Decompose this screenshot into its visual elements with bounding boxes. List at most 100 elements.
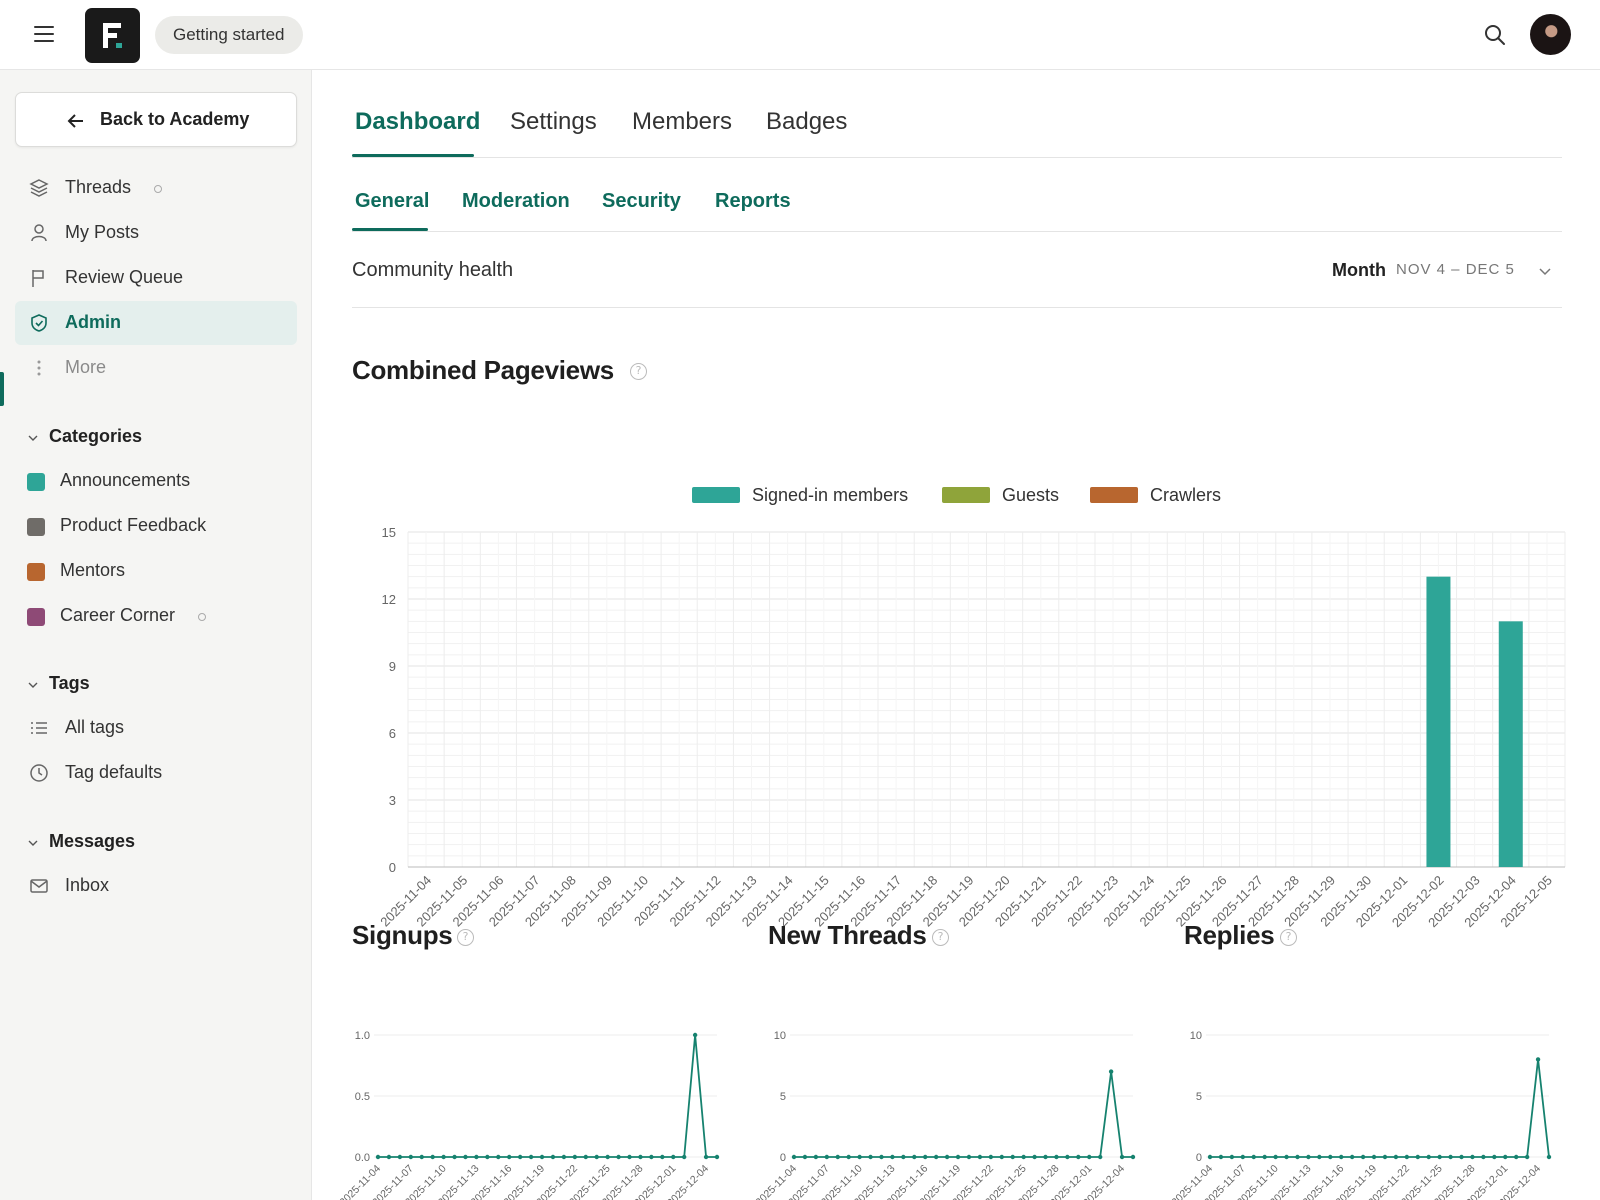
new-threads-title: New Threads (768, 920, 927, 950)
data-point (955, 1154, 961, 1160)
search-icon[interactable] (1483, 23, 1507, 47)
tab-members[interactable]: Members (632, 108, 732, 136)
data-point (1087, 1154, 1092, 1160)
period-range[interactable]: NOV 4 – DEC 5 (1396, 261, 1515, 278)
replies-chart: 05102025-11-042025-11-072025-11-102025-1… (1169, 1030, 1552, 1200)
series-line (1210, 1059, 1550, 1158)
data-point (681, 1154, 687, 1160)
subtab-security[interactable]: Security (602, 190, 681, 213)
data-point (1262, 1154, 1267, 1160)
secondary-tabs: General Moderation Security Reports (352, 180, 1562, 232)
data-point (1448, 1154, 1453, 1160)
legend-label: Crawlers (1150, 485, 1221, 505)
data-point (824, 1154, 830, 1160)
data-point (419, 1154, 424, 1160)
data-point (923, 1154, 928, 1160)
data-point (1295, 1154, 1300, 1160)
help-icon[interactable]: ? (457, 929, 474, 946)
y-tick-label: 3 (389, 793, 396, 808)
data-point (474, 1154, 479, 1160)
data-point (1535, 1057, 1541, 1062)
category-color-swatch (27, 518, 45, 536)
tags-section-toggle[interactable]: Tags (22, 673, 222, 697)
data-point (1284, 1154, 1289, 1160)
data-point (605, 1154, 610, 1160)
category-mentors[interactable]: Mentors (15, 549, 297, 593)
category-label: Announcements (60, 470, 191, 490)
data-point (1382, 1154, 1388, 1160)
data-point (463, 1154, 468, 1160)
help-icon[interactable]: ? (932, 929, 949, 946)
legend-swatch (942, 487, 990, 503)
forum-logo-icon[interactable] (85, 8, 140, 63)
community-health-bar: Community health Month NOV 4 – DEC 5 (352, 242, 1562, 308)
categories-section-toggle[interactable]: Categories (22, 426, 222, 450)
messages-section-toggle[interactable]: Messages (22, 831, 222, 855)
getting-started-button[interactable]: Getting started (155, 16, 303, 54)
sidebar-item-all-tags[interactable]: All tags (15, 706, 297, 750)
subtab-general[interactable]: General (355, 190, 429, 213)
combined-pageviews-title: Combined Pageviews (352, 355, 614, 385)
sidebar-item-threads[interactable]: Threads (15, 166, 297, 210)
subtab-moderation[interactable]: Moderation (462, 190, 570, 213)
sidebar-item-my-posts[interactable]: My Posts (15, 211, 297, 255)
sidebar-item-tag-defaults[interactable]: Tag defaults (15, 751, 297, 795)
help-icon[interactable]: ? (1280, 929, 1297, 946)
subtab-reports[interactable]: Reports (715, 190, 791, 213)
period-label[interactable]: Month (1332, 260, 1386, 281)
y-tick-label: 0 (780, 1152, 786, 1164)
sidebar-item-label: Review Queue (65, 267, 184, 287)
data-point (944, 1154, 950, 1160)
sidebar-item-admin[interactable]: Admin (15, 301, 297, 345)
data-point (879, 1154, 884, 1160)
series-line (794, 1071, 1133, 1158)
tab-settings[interactable]: Settings (510, 108, 597, 136)
category-color-swatch (27, 608, 45, 626)
y-tick-label: 12 (382, 592, 396, 607)
shield-icon (31, 314, 47, 332)
sidebar-item-review-queue[interactable]: Review Queue (15, 256, 297, 300)
chevron-down-icon[interactable] (1538, 264, 1552, 278)
sidebar-item-more[interactable]: More (15, 346, 297, 390)
data-point (386, 1154, 392, 1160)
y-tick-label: 5 (780, 1091, 786, 1103)
data-point (1130, 1154, 1136, 1160)
data-point (1339, 1154, 1344, 1160)
legend-swatch (1090, 487, 1138, 503)
data-point (1065, 1154, 1070, 1160)
data-point (1513, 1154, 1519, 1160)
data-point (594, 1154, 599, 1160)
data-point (561, 1154, 567, 1160)
help-icon[interactable]: ? (630, 363, 647, 380)
data-point (1437, 1154, 1442, 1160)
category-announcements[interactable]: Announcements (15, 459, 297, 503)
y-tick-label: 10 (1190, 1030, 1202, 1042)
unread-dot-icon (154, 185, 162, 193)
data-point (430, 1154, 435, 1160)
category-label: Mentors (60, 560, 126, 580)
data-point (627, 1154, 632, 1160)
bar (1426, 576, 1451, 867)
data-point (1207, 1154, 1213, 1160)
data-point (1470, 1154, 1475, 1160)
data-point (1524, 1154, 1530, 1160)
y-tick-label: 0 (389, 860, 396, 875)
hamburger-icon[interactable] (34, 26, 54, 42)
data-point (485, 1154, 490, 1160)
data-point (890, 1154, 895, 1160)
unread-dot-icon (198, 613, 206, 621)
tab-badges[interactable]: Badges (766, 108, 847, 136)
user-avatar[interactable] (1530, 14, 1571, 55)
section-heading: Tags (49, 673, 90, 693)
back-button-label: Back to Academy (100, 109, 250, 129)
category-label: Product Feedback (60, 515, 207, 535)
category-product-feedback[interactable]: Product Feedback (15, 504, 297, 548)
category-career-corner[interactable]: Career Corner (15, 594, 297, 638)
data-point (1119, 1154, 1125, 1160)
main-content: Dashboard Settings Members Badges Genera… (312, 70, 1600, 1200)
back-to-academy-button[interactable]: Back to Academy (15, 92, 297, 147)
tab-dashboard[interactable]: Dashboard (355, 108, 480, 136)
sidebar-item-inbox[interactable]: Inbox (15, 864, 297, 908)
data-point (1306, 1154, 1311, 1160)
data-point (901, 1154, 906, 1160)
